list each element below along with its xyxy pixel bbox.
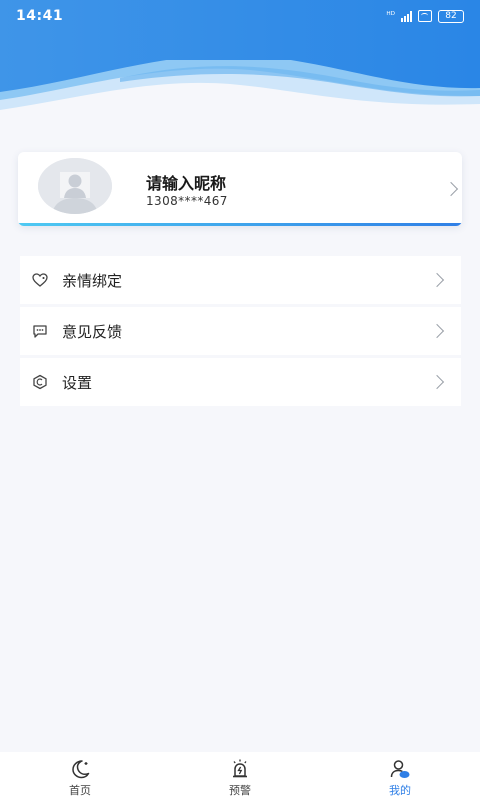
avatar[interactable] (38, 158, 112, 214)
card-accent-line (18, 223, 462, 226)
menu-item-settings[interactable]: 设置 (20, 358, 461, 406)
menu-item-feedback[interactable]: 意见反馈 (20, 307, 461, 355)
menu-label: 意见反馈 (62, 323, 123, 341)
menu-item-family-binding[interactable]: 亲情绑定 (20, 256, 461, 304)
profile-screen: 14:41 ᴴᴰ 82 请输入昵称 1308****467 亲情绑定 意见反馈 … (0, 0, 480, 800)
moon-icon (72, 760, 90, 779)
profile-card[interactable]: 请输入昵称 1308****467 (18, 152, 462, 226)
chat-bubble-icon (33, 325, 47, 338)
chevron-right-icon (429, 374, 445, 390)
chevron-right-icon (429, 323, 445, 339)
default-user-icon (38, 158, 112, 214)
bottom-nav: 首页 预警 我的 (0, 752, 480, 800)
nav-label: 预警 (229, 784, 251, 797)
nav-mine[interactable]: 我的 (360, 752, 440, 800)
alarm-light-icon (233, 759, 247, 778)
nav-label: 我的 (389, 784, 411, 797)
battery-icon: 82 (438, 9, 464, 23)
signal-label-icon: ᴴᴰ (386, 10, 395, 21)
status-bar: 14:41 ᴴᴰ 82 (0, 0, 480, 32)
heart-link-icon (32, 273, 48, 287)
settings-hex-icon (33, 374, 47, 390)
status-time: 14:41 (16, 8, 64, 24)
nickname-label[interactable]: 请输入昵称 (146, 170, 226, 194)
user-icon (390, 760, 410, 778)
menu-label: 亲情绑定 (62, 272, 123, 290)
wifi-icon (418, 10, 432, 22)
nav-home[interactable]: 首页 (40, 752, 120, 800)
status-icons: ᴴᴰ 82 (386, 9, 464, 23)
nav-warning[interactable]: 预警 (200, 752, 280, 800)
nav-label: 首页 (69, 784, 91, 797)
chevron-right-icon (429, 272, 445, 288)
signal-icon (401, 10, 412, 22)
chevron-right-icon (443, 181, 459, 197)
menu-label: 设置 (62, 374, 93, 392)
menu-list: 亲情绑定 意见反馈 设置 (20, 256, 461, 409)
phone-number: 1308****467 (146, 194, 228, 208)
